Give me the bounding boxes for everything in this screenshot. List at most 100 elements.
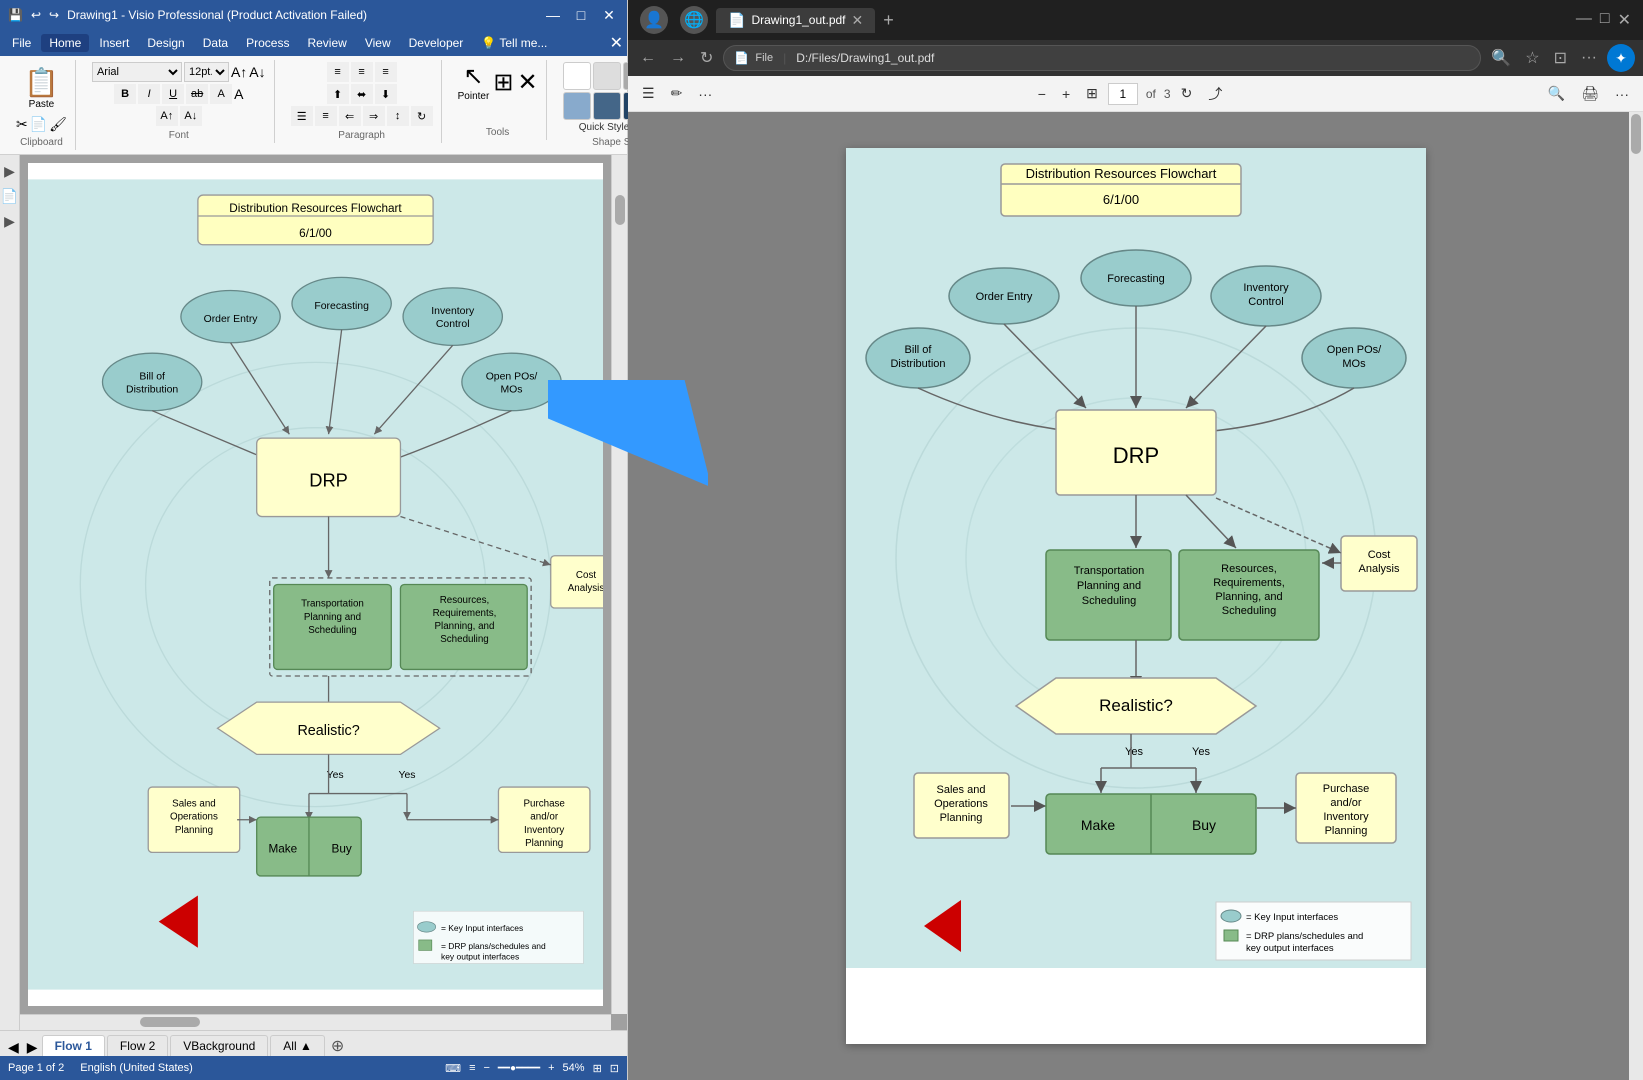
status-page-btn[interactable]: ⊡ — [610, 1062, 619, 1075]
align-right-btn[interactable]: ≡ — [375, 62, 397, 82]
align-left-btn[interactable]: ≡ — [327, 62, 349, 82]
underline-button[interactable]: U — [162, 84, 184, 104]
forward-btn[interactable]: → — [666, 45, 690, 71]
menu-process[interactable]: Process — [238, 34, 297, 52]
clear-format-button[interactable]: A — [210, 84, 232, 104]
bullet-list-btn[interactable]: ☰ — [291, 106, 313, 126]
status-view-icon[interactable]: ≡ — [469, 1062, 475, 1074]
status-plus-btn[interactable]: + — [548, 1062, 554, 1074]
increase-font-button[interactable]: A↑ — [156, 106, 178, 126]
tab-all[interactable]: All ▲ — [270, 1035, 325, 1056]
align-center-btn[interactable]: ≡ — [351, 62, 373, 82]
pdf-toolbar-more-btn[interactable]: ··· — [1609, 82, 1635, 106]
format-painter-icon[interactable]: 🖌 — [49, 116, 67, 133]
menu-insert[interactable]: Insert — [91, 34, 137, 52]
decrease-font-button[interactable]: A↓ — [180, 106, 202, 126]
zoom-icon-btn[interactable]: 🔍 — [1487, 44, 1515, 72]
menu-design[interactable]: Design — [139, 34, 192, 52]
menu-developer[interactable]: Developer — [401, 34, 472, 52]
visio-maximize-btn[interactable]: □ — [571, 7, 591, 24]
menu-data[interactable]: Data — [195, 34, 236, 52]
indent-dec-btn[interactable]: ⇐ — [339, 106, 361, 126]
style-swatch-1[interactable] — [563, 62, 591, 90]
italic-button[interactable]: I — [138, 84, 160, 104]
style-swatch-5[interactable] — [593, 92, 621, 120]
pointer-tool-btn[interactable]: ↖ Pointer — [458, 62, 490, 102]
visio-hscrollbar[interactable] — [20, 1014, 611, 1030]
copy-icon[interactable]: 📄 — [30, 116, 47, 133]
valign-mid-btn[interactable]: ⬌ — [351, 84, 373, 104]
edge-copilot-btn[interactable]: ✦ — [1607, 44, 1635, 72]
split-view-btn[interactable]: ⊡ — [1550, 44, 1571, 72]
visio-minimize-btn[interactable]: — — [543, 7, 563, 24]
visio-close-btn[interactable]: ✕ — [599, 7, 619, 24]
menu-file[interactable]: File — [4, 34, 39, 52]
pdf-hamburger-btn[interactable]: ☰ — [636, 81, 661, 106]
valign-top-btn[interactable]: ⬆ — [327, 84, 349, 104]
tab-vbackground[interactable]: VBackground — [170, 1035, 268, 1056]
text-tool-btn[interactable]: ✕ — [517, 68, 537, 97]
pdf-address-bar[interactable]: 📄 File | D:/Files/Drawing1_out.pdf — [723, 45, 1481, 71]
menu-tell-me[interactable]: 💡 Tell me... — [473, 34, 555, 52]
text-dir-btn[interactable]: ↕ — [387, 106, 409, 126]
visio-save-icon[interactable]: 💾 — [8, 8, 23, 22]
tab-scroll-left-icon[interactable]: ◀ — [4, 1039, 23, 1056]
tab-scroll-right-icon[interactable]: ▶ — [23, 1039, 42, 1056]
favorite-btn[interactable]: ☆ — [1521, 44, 1543, 72]
visio-diagram[interactable]: Distribution Resources Flowchart 6/1/00 … — [28, 163, 603, 1006]
bold-button[interactable]: B — [114, 84, 136, 104]
pdf-active-tab[interactable]: 📄 Drawing1_out.pdf ✕ — [716, 8, 875, 33]
pdf-win-close-btn[interactable]: ✕ — [1618, 10, 1631, 30]
grow-font-icon[interactable]: A↑ — [231, 64, 247, 80]
visio-undo-icon[interactable]: ↩ — [31, 8, 41, 22]
pdf-fit-btn[interactable]: ⊞ — [1080, 81, 1104, 106]
font-name-select[interactable]: Arial — [92, 62, 182, 82]
paste-button[interactable]: 📋 Paste — [18, 62, 65, 114]
browser-edge-icon[interactable]: 🌐 — [680, 6, 708, 34]
valign-bot-btn[interactable]: ⬇ — [375, 84, 397, 104]
menu-view[interactable]: View — [357, 34, 399, 52]
pdf-more-tools-btn[interactable]: ··· — [692, 82, 718, 106]
status-keyboard-icon[interactable]: ⌨ — [445, 1062, 461, 1075]
font-color-icon[interactable]: A — [234, 86, 243, 102]
pdf-extract-btn[interactable]: ⤴ — [1202, 80, 1228, 108]
pdf-tab-close-btn[interactable]: ✕ — [852, 12, 864, 29]
expand-panels-icon[interactable]: ▶ — [4, 163, 15, 180]
tab-flow1[interactable]: Flow 1 — [42, 1035, 105, 1056]
font-size-select[interactable]: 12pt. — [184, 62, 229, 82]
pdf-zoom-out-btn[interactable]: − — [1032, 82, 1052, 106]
browser-more-btn[interactable]: ··· — [1577, 45, 1601, 71]
pdf-print-btn[interactable]: 🖨 — [1575, 81, 1605, 106]
new-tab-btn[interactable]: + — [883, 10, 894, 31]
visio-vscrollbar[interactable] — [611, 155, 627, 1014]
text-rotate-btn[interactable]: ↻ — [411, 106, 433, 126]
visio-canvas[interactable]: Distribution Resources Flowchart 6/1/00 … — [20, 155, 627, 1030]
strikethrough-button[interactable]: ab — [186, 84, 208, 104]
refresh-btn[interactable]: ↻ — [696, 44, 717, 72]
pdf-page-container[interactable]: Distribution Resources Flowchart 6/1/00 … — [628, 112, 1643, 1080]
shrink-font-icon[interactable]: A↓ — [249, 64, 265, 80]
tab-add-btn[interactable]: ⊕ — [327, 1036, 348, 1056]
pdf-win-maximize-btn[interactable]: □ — [1600, 10, 1610, 30]
style-swatch-2[interactable] — [593, 62, 621, 90]
cut-icon[interactable]: ✂ — [16, 116, 28, 133]
pdf-win-minimize-btn[interactable]: — — [1576, 10, 1592, 30]
indent-inc-btn[interactable]: ⇒ — [363, 106, 385, 126]
menu-home[interactable]: Home — [41, 34, 89, 52]
style-swatch-4[interactable] — [563, 92, 591, 120]
status-zoom-slider[interactable]: ━━●━━━━ — [498, 1063, 540, 1074]
stencil-icon[interactable]: ▶ — [4, 213, 15, 230]
back-btn[interactable]: ← — [636, 45, 660, 71]
pdf-page-input[interactable] — [1108, 83, 1138, 105]
num-list-btn[interactable]: ≡ — [315, 106, 337, 126]
pdf-search-btn[interactable]: 🔍 — [1542, 81, 1571, 106]
pdf-zoom-in-btn[interactable]: + — [1056, 82, 1076, 106]
browser-profile-icon[interactable]: 👤 — [640, 6, 668, 34]
pdf-annotate-btn[interactable]: ✏ — [665, 81, 689, 106]
connector-tool-btn[interactable]: ⊞ — [493, 68, 513, 97]
pdf-scrollbar[interactable] — [1629, 112, 1643, 1080]
page-panel-icon[interactable]: 📄 — [1, 188, 18, 205]
menu-review[interactable]: Review — [299, 34, 354, 52]
visio-redo-icon[interactable]: ↪ — [49, 8, 59, 22]
status-fit-btn[interactable]: ⊞ — [593, 1062, 602, 1075]
